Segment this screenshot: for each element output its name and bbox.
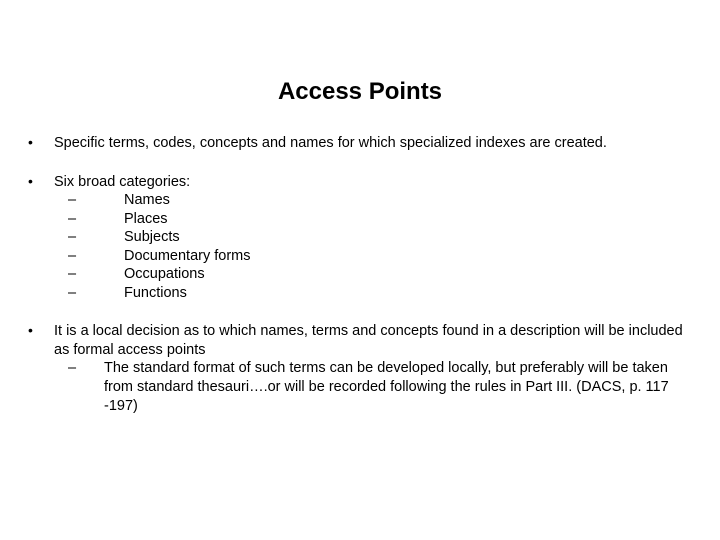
sub-bullet-item: Names <box>54 191 696 210</box>
slide: Access Points Specific terms, codes, con… <box>0 0 720 540</box>
slide-content: Specific terms, codes, concepts and name… <box>0 134 720 415</box>
sub-bullet-text: Subjects <box>104 229 180 245</box>
bullet-item: Specific terms, codes, concepts and name… <box>24 134 696 153</box>
sub-bullet-item: Subjects <box>54 228 696 247</box>
sub-bullet-text: Places <box>104 211 168 227</box>
sub-bullet-item: Occupations <box>54 265 696 284</box>
sub-bullet-item: Functions <box>54 284 696 303</box>
bullet-text: It is a local decision as to which names… <box>54 323 683 358</box>
sub-bullet-text: Functions <box>104 285 187 301</box>
bullet-text: Specific terms, codes, concepts and name… <box>54 135 607 151</box>
slide-title: Access Points <box>0 0 720 134</box>
bullet-item: Six broad categories: Names Places Subje… <box>24 173 696 303</box>
bullet-text: Six broad categories: <box>54 174 190 190</box>
sub-bullet-text: Occupations <box>104 266 205 282</box>
sub-bullet-item: Documentary forms <box>54 247 696 266</box>
sub-bullet-text: The standard format of such terms can be… <box>104 360 669 413</box>
bullet-list: Specific terms, codes, concepts and name… <box>24 134 696 415</box>
sub-bullet-text: Names <box>104 192 170 208</box>
sub-bullet-text: Documentary forms <box>104 248 251 264</box>
sub-bullet-list: Names Places Subjects Documentary forms … <box>54 191 696 302</box>
bullet-item: It is a local decision as to which names… <box>24 322 696 415</box>
sub-bullet-item: The standard format of such terms can be… <box>54 359 696 415</box>
sub-bullet-list: The standard format of such terms can be… <box>54 359 696 415</box>
sub-bullet-item: Places <box>54 210 696 229</box>
